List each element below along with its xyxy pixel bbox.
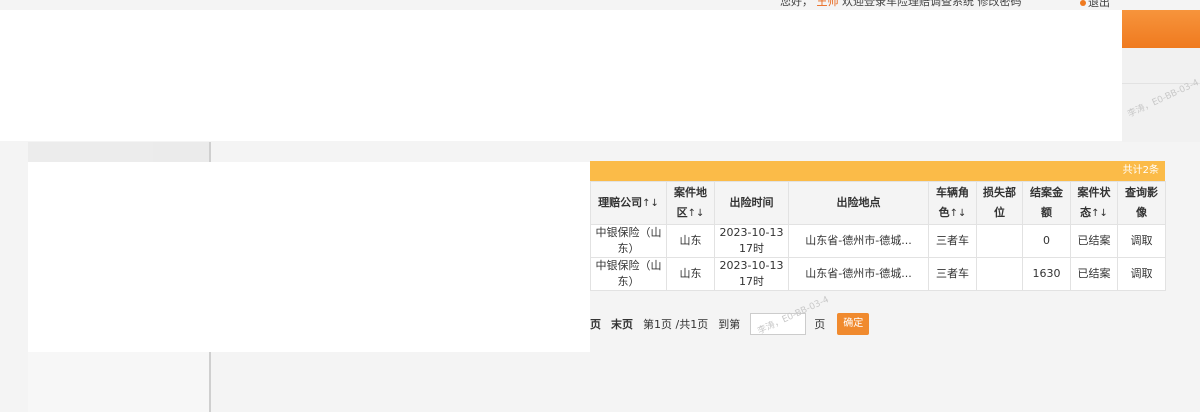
- change-password-link[interactable]: 修改密码: [978, 0, 1022, 8]
- cell-company: 中银保险（山东）: [590, 257, 667, 291]
- col-header-role[interactable]: 车辆角色↑↓: [928, 181, 977, 225]
- col-header-image: 查询影像: [1117, 181, 1166, 225]
- cell-region: 山东: [666, 257, 715, 291]
- welcome-text: 欢迎登录车险理赔调查系统: [842, 0, 974, 8]
- redacted-header-area: [0, 10, 1122, 141]
- prev-page-tail[interactable]: 页: [590, 316, 601, 332]
- col-header-amount: 结案金额: [1022, 181, 1071, 225]
- page-info: 第1页 /共1页: [643, 318, 709, 331]
- redacted-table-area: [28, 162, 590, 352]
- table-row: 中银保险（山东） 山东 2023-10-13 17时 山东省-德州市-德城...…: [590, 257, 1166, 291]
- cell-damage: [976, 224, 1023, 258]
- goto-label: 到第: [718, 318, 741, 331]
- total-count: 共计2条: [1122, 165, 1159, 176]
- col-header-region[interactable]: 案件地区↑↓: [666, 181, 715, 225]
- confirm-page-button[interactable]: 确定: [837, 313, 870, 335]
- cell-amount: 0: [1022, 224, 1071, 258]
- table-row: 中银保险（山东） 山东 2023-10-13 17时 山东省-德州市-德城...…: [590, 224, 1166, 258]
- last-page-button[interactable]: 末页: [611, 316, 633, 332]
- table-header-row: 理赔公司↑↓ 案件地区↑↓ 出险时间 出险地点 车辆角色↑↓ 损失部位 结案金额…: [590, 181, 1166, 225]
- col-header-time: 出险时间: [714, 181, 789, 225]
- cell-company: 中银保险（山东）: [590, 224, 667, 258]
- col-header-damage: 损失部位: [976, 181, 1023, 225]
- claims-table-panel: 共计2条 理赔公司↑↓ 案件地区↑↓ 出险时间 出险地点 车辆角色↑↓ 损失部位…: [590, 161, 1166, 291]
- cell-status: 已结案: [1070, 257, 1118, 291]
- cell-damage: [976, 257, 1023, 291]
- claims-table: 理赔公司↑↓ 案件地区↑↓ 出险时间 出险地点 车辆角色↑↓ 损失部位 结案金额…: [590, 181, 1166, 291]
- cell-location: 山东省-德州市-德城...: [788, 224, 929, 258]
- col-header-status[interactable]: 案件状态↑↓: [1070, 181, 1118, 225]
- cell-amount: 1630: [1022, 257, 1071, 291]
- cell-role: 三者车: [928, 224, 977, 258]
- cell-role: 三者车: [928, 257, 977, 291]
- logout-icon: [1080, 0, 1086, 6]
- sidebar-item[interactable]: [28, 142, 153, 162]
- col-header-company[interactable]: 理赔公司↑↓: [590, 181, 667, 225]
- logout-label: 退出: [1088, 0, 1110, 9]
- cell-time: 2023-10-13 17时: [714, 257, 789, 291]
- cell-status: 已结案: [1070, 224, 1118, 258]
- page-unit-label: 页: [814, 318, 826, 331]
- logout-button[interactable]: 退出: [1080, 0, 1110, 10]
- cell-location: 山东省-德州市-德城...: [788, 257, 929, 291]
- user-info: 您好， 王帅 欢迎登录车险理赔调查系统 修改密码: [780, 0, 1200, 10]
- sidebar-item-secondary[interactable]: [153, 142, 209, 162]
- col-header-location: 出险地点: [788, 181, 929, 225]
- cell-time: 2023-10-13 17时: [714, 224, 789, 258]
- user-name[interactable]: 王帅: [817, 0, 839, 8]
- retrieve-image-button[interactable]: 调取: [1117, 257, 1166, 291]
- user-label: 您好，: [780, 0, 813, 8]
- retrieve-image-button[interactable]: 调取: [1117, 224, 1166, 258]
- table-summary-bar: 共计2条: [590, 161, 1165, 181]
- cell-region: 山东: [666, 224, 715, 258]
- pagination: 页 末页 第1页 /共1页 到第 页 确定: [590, 312, 870, 336]
